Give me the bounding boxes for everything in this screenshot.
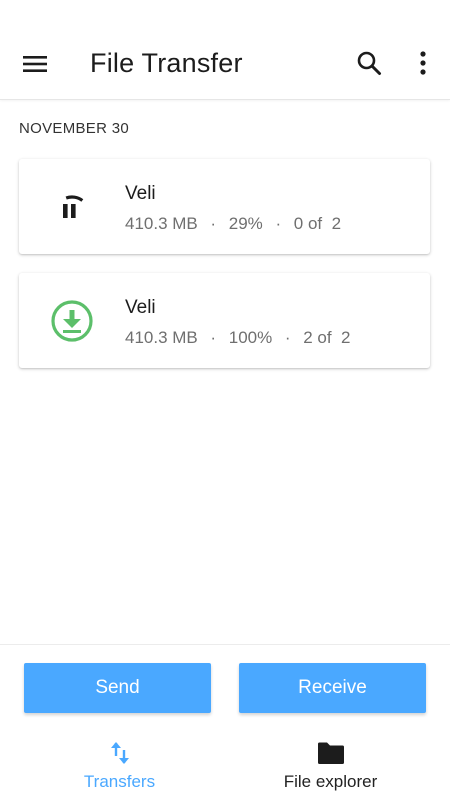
- transfer-arrows-icon: [105, 740, 135, 766]
- transfer-card[interactable]: Veli 410.3 MB · 100% · 2 of 2: [19, 273, 430, 368]
- transfer-file-count: 2 of 2: [303, 328, 351, 347]
- transfer-progress: 29%: [228, 214, 263, 233]
- separator: ·: [210, 214, 217, 233]
- app-bar: File Transfer: [0, 0, 450, 100]
- separator: ·: [210, 328, 217, 347]
- transfer-progress: 100%: [228, 328, 273, 347]
- more-options-button[interactable]: [402, 44, 444, 86]
- search-icon: [356, 50, 382, 81]
- nav-label: Transfers: [83, 772, 156, 791]
- download-complete-icon[interactable]: [49, 298, 95, 344]
- folder-icon: [316, 740, 346, 766]
- menu-button[interactable]: [14, 45, 56, 87]
- nav-item-transfers[interactable]: Transfers: [7, 740, 232, 800]
- search-button[interactable]: [348, 44, 390, 86]
- separator: ·: [275, 214, 282, 233]
- transfer-size: 410.3 MB: [125, 328, 198, 347]
- transfer-size: 410.3 MB: [125, 214, 198, 233]
- transfer-card[interactable]: Veli 410.3 MB · 29% · 0 of 2: [19, 159, 430, 254]
- nav-label: File explorer: [283, 772, 378, 791]
- transfer-name: Veli: [125, 297, 156, 318]
- transfer-meta: 410.3 MB · 29% · 0 of 2: [125, 214, 341, 234]
- transfer-name: Veli: [125, 183, 156, 204]
- transfer-meta: 410.3 MB · 100% · 2 of 2: [125, 328, 351, 348]
- page-title: File Transfer: [90, 48, 243, 78]
- hamburger-menu-icon: [22, 54, 48, 79]
- send-button[interactable]: Send: [24, 663, 211, 713]
- transfer-file-count: 0 of 2: [293, 214, 342, 233]
- separator: ·: [284, 328, 291, 347]
- nav-item-file-explorer[interactable]: File explorer: [218, 740, 443, 800]
- more-vert-icon: [419, 50, 427, 80]
- receive-button[interactable]: Receive: [239, 663, 426, 713]
- paused-progress-icon[interactable]: [49, 184, 95, 230]
- date-section-header: NOVEMBER 30: [19, 120, 129, 137]
